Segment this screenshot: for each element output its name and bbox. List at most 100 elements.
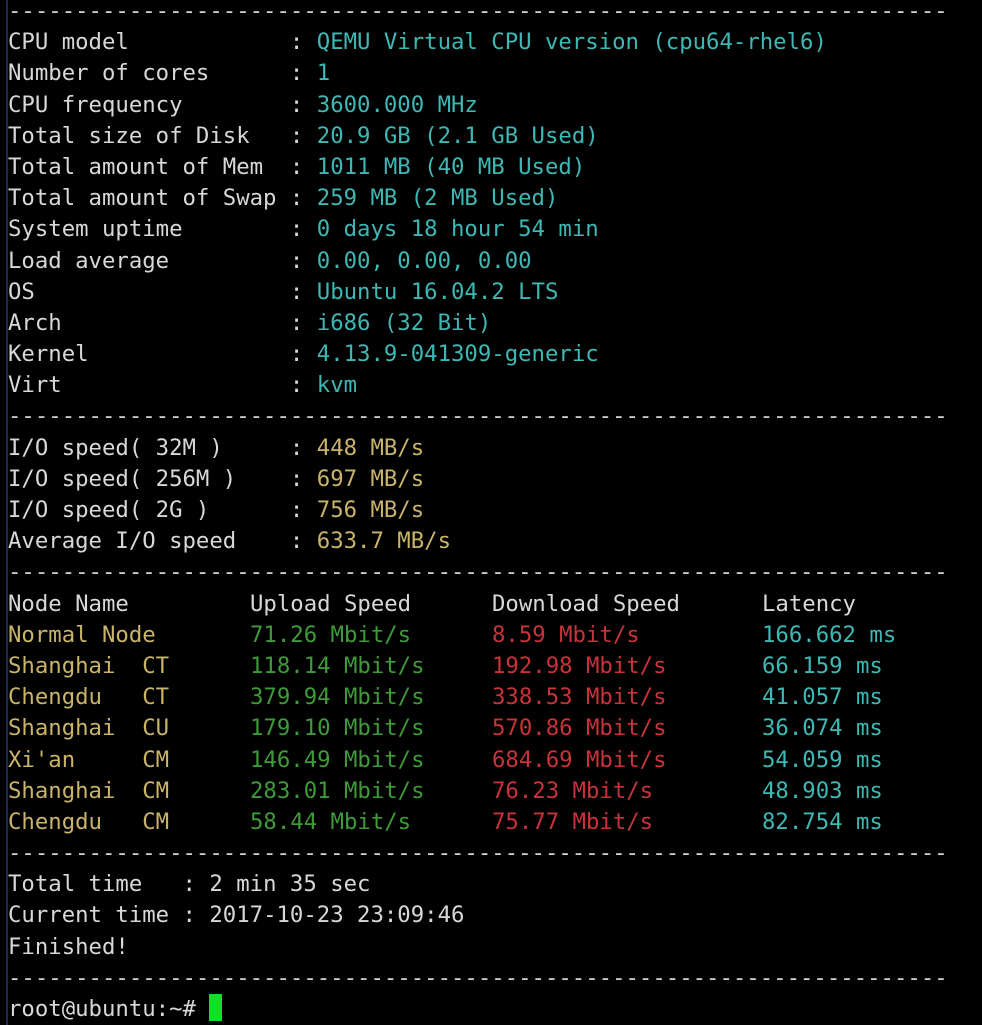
download-speed: 684.69 Mbit/s	[492, 746, 667, 773]
field-value: 697 MB/s	[316, 465, 425, 492]
system-info-row: Kernel : 4.13.9-041309-generic	[8, 339, 982, 370]
download-speed: 76.23 Mbit/s	[492, 777, 654, 804]
field-value: 0 days 18 hour 54 min	[316, 216, 599, 243]
speed-table-row: Chengdu CT 379.94 Mbit/s 338.53 Mbit/s 41.0…	[8, 682, 982, 713]
field-value: 1011 MB (40 MB Used)	[316, 153, 586, 180]
field-value: 3600.000 MHz	[316, 91, 478, 118]
summary-row: Current time : 2017-10-23 23:09:46	[8, 900, 982, 931]
system-info-row: Number of cores : 1	[8, 58, 982, 89]
prompt-text: root@ubuntu:~#	[8, 996, 210, 1022]
field-value: Ubuntu 16.04.2 LTS	[316, 278, 559, 305]
speed-table-row: Shanghai CT 118.14 Mbit/s 192.98 Mbit/s 66.…	[8, 651, 982, 682]
io-speed-row: I/O speed( 256M ) : 697 MB/s	[8, 464, 982, 495]
field-colon: :	[276, 216, 317, 243]
latency: 82.754 ms	[762, 808, 883, 835]
upload-speed: 379.94 Mbit/s	[250, 684, 425, 711]
field-value: 2 min 35 sec	[209, 871, 371, 898]
field-label: CPU model	[8, 29, 277, 56]
field-label: Load average	[8, 247, 277, 274]
speed-table-row: Xi'an CM 146.49 Mbit/s 684.69 Mbit/s 54.059…	[8, 745, 982, 776]
node-name: Normal Node	[8, 621, 156, 648]
separator-line: ----------------------------------------…	[8, 0, 948, 24]
io-speed-section: I/O speed( 32M ) : 448 MB/s I/O speed( 25…	[8, 433, 982, 558]
speed-table-row: Chengdu CM 58.44 Mbit/s 75.77 Mbit/s 82.754…	[8, 807, 982, 838]
field-value: 2017-10-23 23:09:46	[209, 902, 465, 929]
system-info-row: System uptime : 0 days 18 hour 54 min	[8, 214, 982, 245]
separator-line: ----------------------------------------…	[8, 840, 948, 867]
io-speed-row: I/O speed( 32M ) : 448 MB/s	[8, 433, 982, 464]
field-label: Total size of Disk	[8, 122, 277, 149]
field-colon: :	[276, 29, 317, 56]
field-label: Average I/O speed	[8, 528, 277, 555]
io-speed-row: Average I/O speed : 633.7 MB/s	[8, 526, 982, 557]
field-colon: :	[276, 153, 317, 180]
field-colon: :	[276, 185, 317, 212]
node-name: Shanghai CT	[8, 652, 170, 679]
field-label: System uptime	[8, 216, 277, 243]
upload-speed: 118.14 Mbit/s	[250, 652, 425, 679]
field-colon: :	[276, 528, 317, 555]
field-label: Current time	[8, 902, 170, 929]
field-label: Arch	[8, 309, 277, 336]
download-speed: 338.53 Mbit/s	[492, 684, 667, 711]
finished-message: Finished!	[8, 933, 129, 960]
field-label: CPU frequency	[8, 91, 277, 118]
field-colon: :	[169, 902, 210, 929]
field-label: I/O speed( 32M )	[8, 434, 277, 461]
field-colon: :	[276, 309, 317, 336]
node-name: Chengdu CM	[8, 808, 170, 835]
field-value: 20.9 GB (2.1 GB Used)	[316, 122, 599, 149]
system-info-row: CPU frequency : 3600.000 MHz	[8, 90, 982, 121]
node-name: Shanghai CM	[8, 777, 170, 804]
summary-row: Total time : 2 min 35 sec	[8, 869, 982, 900]
field-value: i686 (32 Bit)	[316, 309, 492, 336]
system-info-row: Total amount of Swap : 259 MB (2 MB Used…	[8, 183, 982, 214]
latency: 54.059 ms	[762, 746, 883, 773]
field-value: 756 MB/s	[316, 497, 425, 523]
field-label: I/O speed( 256M )	[8, 465, 277, 492]
field-value: 0.00, 0.00, 0.00	[316, 247, 532, 274]
field-value: kvm	[316, 372, 358, 399]
header-download-speed: Download Speed	[492, 590, 680, 617]
field-colon: :	[276, 341, 317, 368]
field-value: QEMU Virtual CPU version (cpu64-rhel6)	[316, 29, 827, 56]
separator-line: ----------------------------------------…	[8, 559, 948, 586]
field-colon: :	[276, 122, 317, 149]
field-colon: :	[169, 871, 210, 898]
field-colon: :	[276, 91, 317, 118]
field-colon: :	[276, 60, 317, 87]
summary-section: Total time : 2 min 35 sec Current time : …	[8, 869, 982, 931]
download-speed: 75.77 Mbit/s	[492, 808, 654, 835]
system-info-section: CPU model : QEMU Virtual CPU version (cp…	[8, 27, 982, 401]
terminal-window[interactable]: ----------------------------------------…	[6, 0, 982, 1025]
header-upload-speed: Upload Speed	[250, 590, 412, 617]
field-colon: :	[276, 278, 317, 305]
text-cursor	[209, 994, 223, 1021]
command-prompt[interactable]: root@ubuntu:~#	[8, 994, 982, 1025]
header-latency: Latency	[762, 590, 856, 617]
field-colon: :	[276, 247, 317, 274]
upload-speed: 283.01 Mbit/s	[250, 777, 425, 804]
system-info-row: Virt : kvm	[8, 370, 982, 401]
speed-table-header: Node Name Upload Speed Download Speed La…	[8, 589, 982, 620]
separator-line: ----------------------------------------…	[8, 964, 948, 991]
io-speed-row: I/O speed( 2G ) : 756 MB/s	[8, 495, 982, 526]
latency: 166.662 ms	[762, 621, 897, 648]
speed-table-row: Shanghai CU 179.10 Mbit/s 570.86 Mbit/s 36.…	[8, 713, 982, 744]
system-info-row: Total amount of Mem : 1011 MB (40 MB Use…	[8, 152, 982, 183]
field-value: 448 MB/s	[316, 434, 425, 461]
system-info-row: Arch : i686 (32 Bit)	[8, 308, 982, 339]
field-value: 259 MB (2 MB Used)	[316, 185, 559, 212]
node-name: Chengdu CT	[8, 684, 170, 711]
speed-table-body: Normal Node 71.26 Mbit/s 8.59 Mbit/s 166.66…	[8, 620, 982, 838]
field-label: Virt	[8, 372, 277, 399]
field-label: Total amount of Swap	[8, 185, 277, 212]
field-label: Kernel	[8, 341, 277, 368]
speed-table-row: Normal Node 71.26 Mbit/s 8.59 Mbit/s 166.66…	[8, 620, 982, 651]
download-speed: 570.86 Mbit/s	[492, 715, 667, 742]
system-info-row: Load average : 0.00, 0.00, 0.00	[8, 246, 982, 277]
latency: 48.903 ms	[762, 777, 883, 804]
field-label: Total amount of Mem	[8, 153, 277, 180]
node-name: Shanghai CU	[8, 715, 170, 742]
field-colon: :	[276, 434, 317, 461]
